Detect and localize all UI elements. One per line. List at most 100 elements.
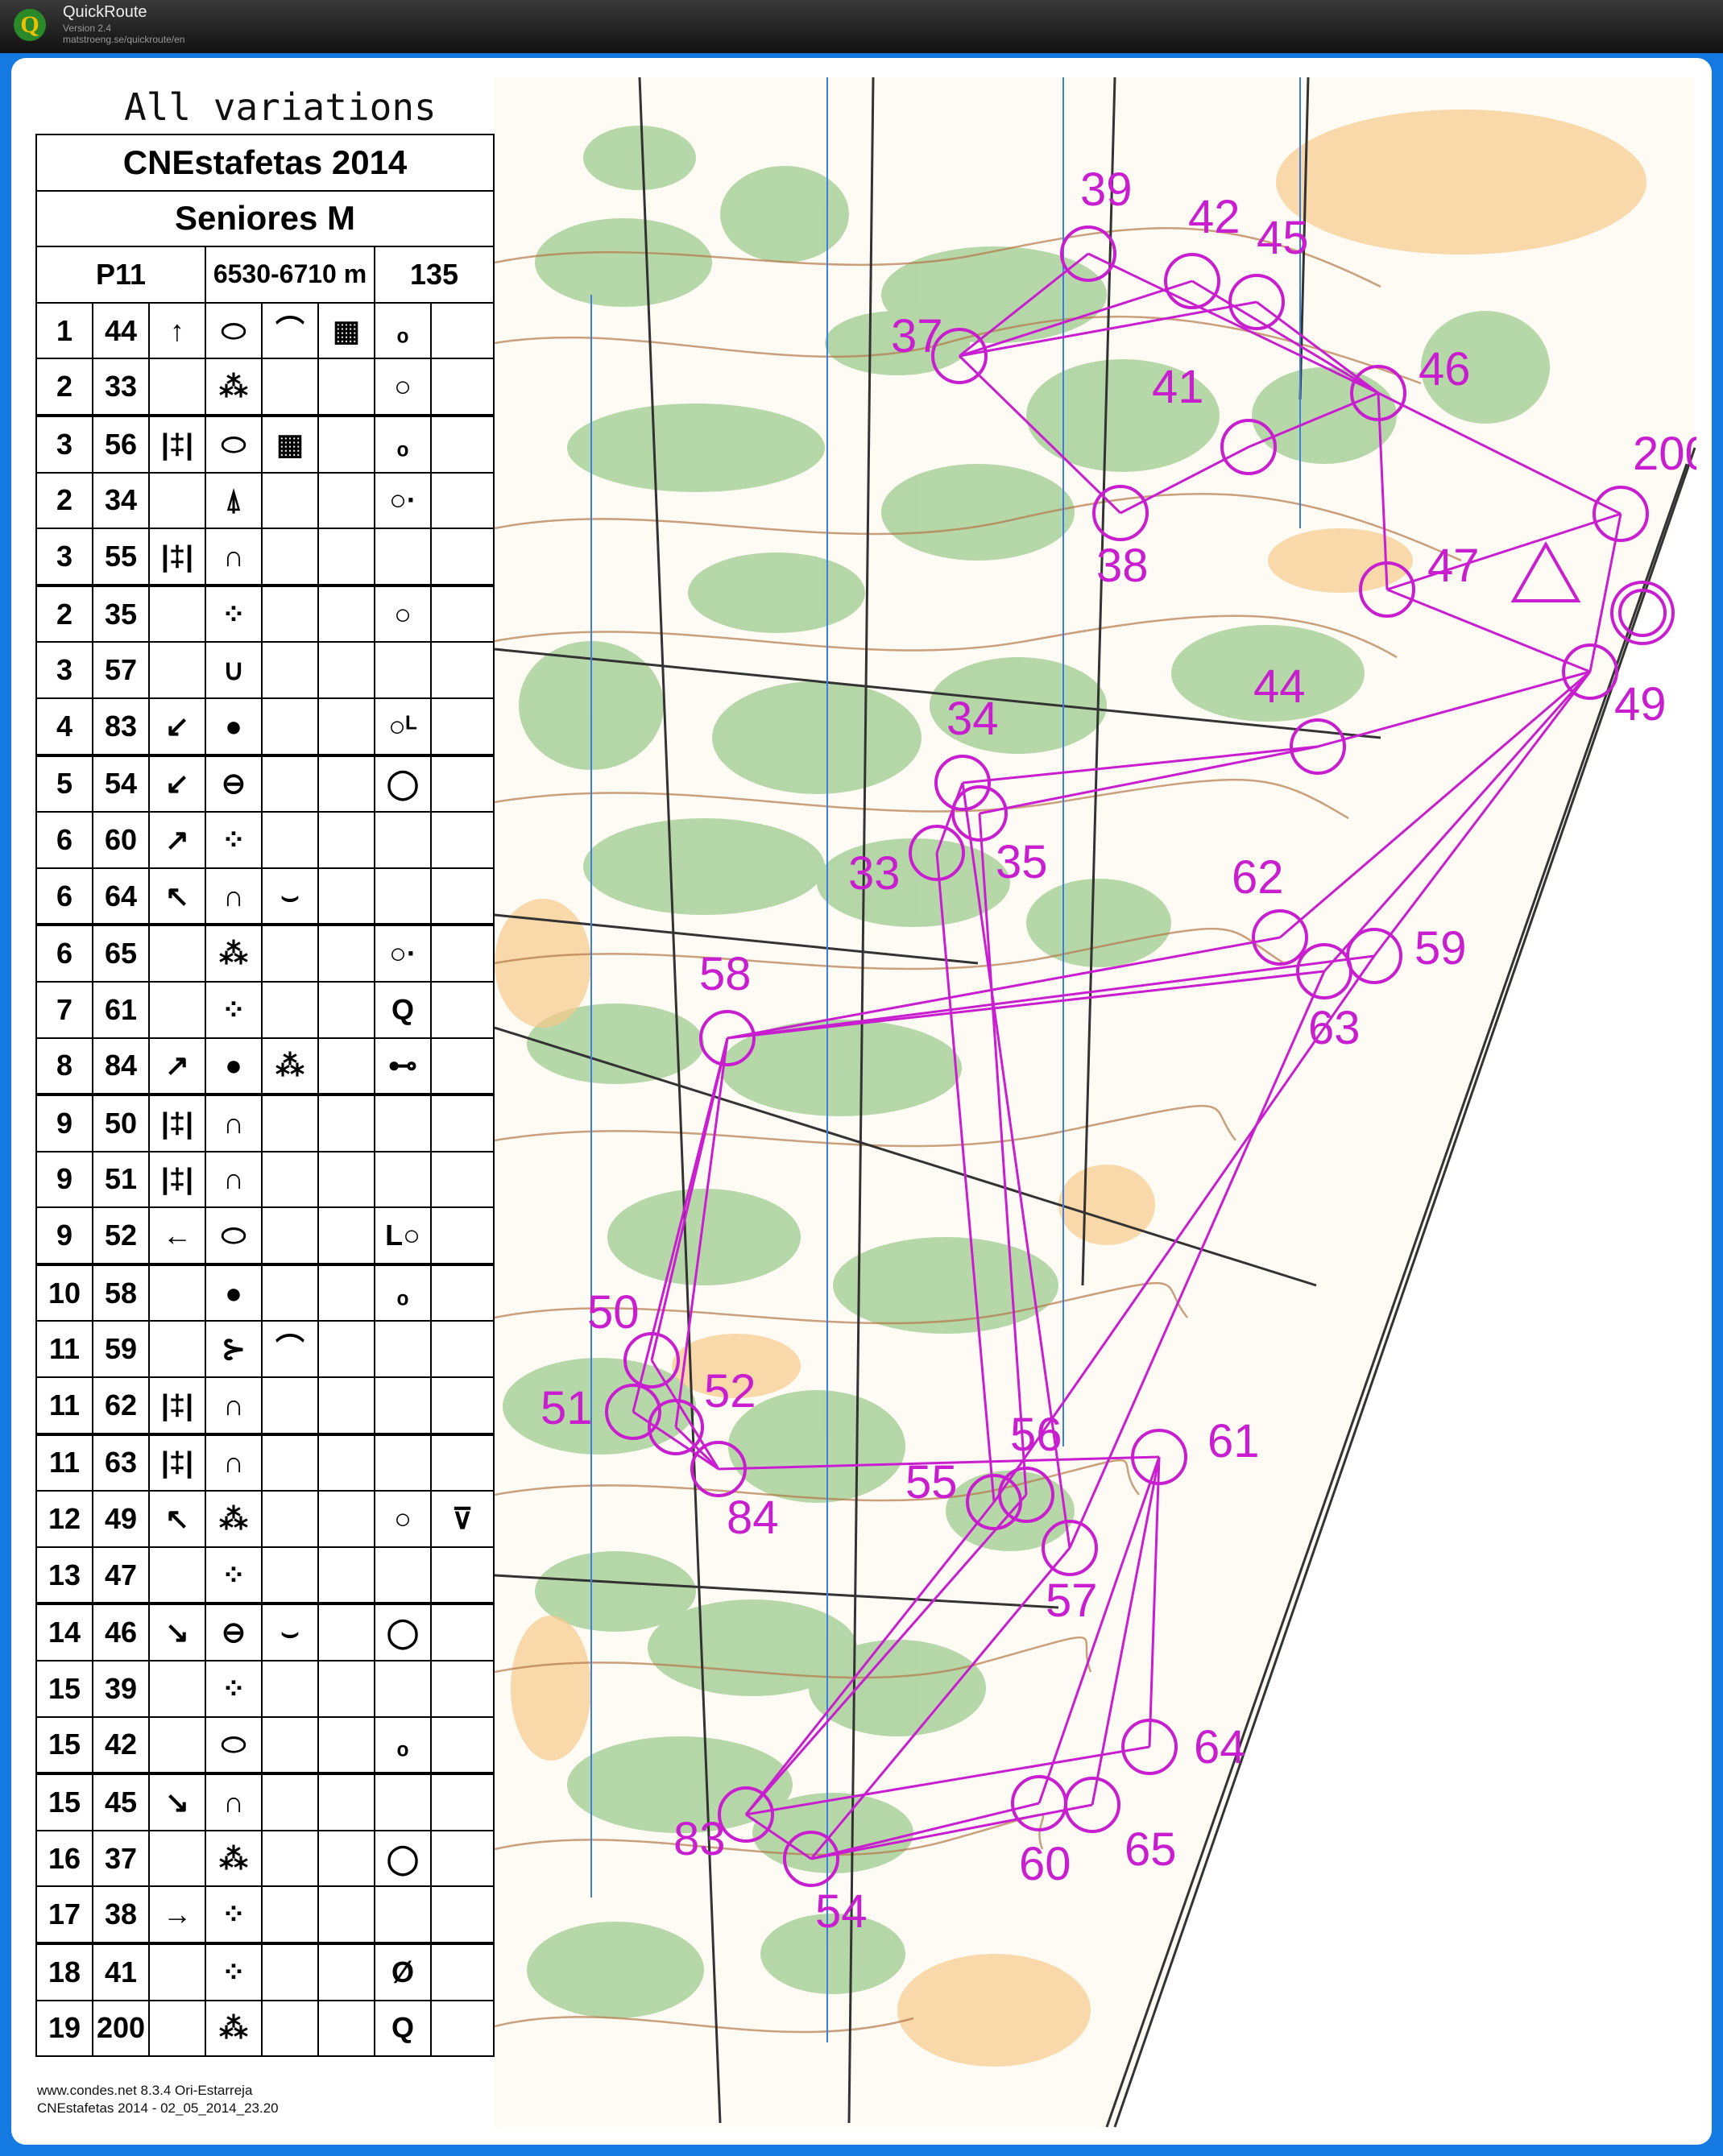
control-number-label: 84 — [727, 1492, 779, 1544]
location-symbol: L○ — [374, 1206, 432, 1265]
control-row: 15 45 ↘ ∩ — [35, 1772, 495, 1831]
control-code: 46 — [92, 1602, 150, 1662]
control-code: 52 — [92, 1206, 150, 1265]
control-number-label: 45 — [1257, 212, 1309, 264]
which-feature: |‡| — [148, 1376, 206, 1435]
control-number-label: 65 — [1125, 1823, 1177, 1876]
feature-symbol: ⁘ — [205, 811, 263, 869]
map-paper[interactable]: All variations CNEstafetas 2014 Seniores… — [27, 77, 1696, 2131]
control-order: 14 — [35, 1602, 93, 1662]
extra-symbol — [429, 1037, 495, 1096]
appearance-symbol: ⁂ — [261, 1037, 319, 1096]
control-order: 8 — [35, 1037, 93, 1096]
feature-symbol: ⁂ — [205, 358, 263, 416]
location-symbol: Q — [374, 980, 432, 1039]
which-feature — [148, 1829, 206, 1888]
location-symbol: ₒ — [374, 1262, 432, 1322]
feature-symbol: ⁘ — [205, 980, 263, 1039]
extra-symbol — [429, 1206, 495, 1265]
control-order: 15 — [35, 1715, 93, 1775]
appearance-symbol: ⌣ — [261, 867, 319, 926]
control-code: 200 — [92, 1999, 150, 2058]
detail-symbol — [317, 923, 375, 983]
control-code: 61 — [92, 980, 150, 1039]
location-symbol: ◯ — [374, 753, 432, 813]
detail-symbol — [317, 1546, 375, 1605]
feature-symbol: ∩ — [205, 867, 263, 926]
which-feature — [148, 923, 206, 983]
appearance-symbol — [261, 923, 319, 983]
appearance-symbol — [261, 1490, 319, 1548]
location-symbol — [374, 1660, 432, 1718]
control-number-label: 42 — [1188, 191, 1240, 243]
control-code: 44 — [92, 301, 150, 360]
control-row: 13 47 ⁘ — [35, 1546, 495, 1605]
extra-symbol — [429, 1150, 495, 1209]
control-row: 12 49 ↖ ⁂ ○ ⊽ — [35, 1490, 495, 1548]
control-row: 7 61 ⁘ Q — [35, 980, 495, 1039]
feature-symbol: ∩ — [205, 1376, 263, 1435]
control-order: 19 — [35, 1999, 93, 2058]
location-symbol — [374, 867, 432, 926]
control-code: 55 — [92, 528, 150, 586]
control-number-label: 63 — [1308, 1002, 1361, 1054]
control-order: 6 — [35, 923, 93, 983]
extra-symbol — [429, 1660, 495, 1718]
which-feature: |‡| — [148, 1150, 206, 1209]
appearance-symbol — [261, 358, 319, 416]
control-code: 84 — [92, 1037, 150, 1096]
course-name: P11 — [35, 246, 206, 304]
location-symbol — [374, 1432, 432, 1492]
control-code: 58 — [92, 1262, 150, 1322]
extra-symbol — [429, 641, 495, 699]
detail-symbol — [317, 1150, 375, 1209]
which-feature: |‡| — [148, 1432, 206, 1492]
extra-symbol: ⊽ — [429, 1490, 495, 1548]
orienteering-map[interactable]: 39 42 45 37 46 41 200 38 47 49 44 34 33 35 62 59 63 58 50 5… — [495, 77, 1696, 2131]
appearance-symbol — [261, 641, 319, 699]
location-symbol — [374, 1093, 432, 1152]
detail-symbol — [317, 1772, 375, 1831]
control-number-label: 49 — [1614, 678, 1667, 730]
control-code: 45 — [92, 1772, 150, 1831]
control-order: 11 — [35, 1432, 93, 1492]
appearance-symbol — [261, 1885, 319, 1944]
control-number-label: 39 — [1080, 163, 1133, 216]
feature-symbol: ⬭ — [205, 1715, 263, 1775]
appearance-symbol — [261, 1715, 319, 1775]
detail-symbol — [317, 1376, 375, 1435]
control-order: 16 — [35, 1829, 93, 1888]
control-code: 51 — [92, 1150, 150, 1209]
app-url: matstroeng.se/quickroute/en — [63, 34, 185, 45]
feature-symbol: ● — [205, 1262, 263, 1322]
extra-symbol — [429, 1432, 495, 1492]
detail-symbol — [317, 1999, 375, 2058]
control-code: 34 — [92, 471, 150, 530]
extra-symbol — [429, 1715, 495, 1775]
extra-symbol — [429, 1885, 495, 1944]
feature-symbol: ⁘ — [205, 1885, 263, 1944]
feature-symbol: ∪ — [205, 641, 263, 699]
detail-symbol — [317, 980, 375, 1039]
control-order: 6 — [35, 811, 93, 869]
control-order: 3 — [35, 641, 93, 699]
appearance-symbol — [261, 1942, 319, 2001]
appearance-symbol — [261, 1206, 319, 1265]
extra-symbol — [429, 528, 495, 586]
control-order: 3 — [35, 413, 93, 474]
appearance-symbol — [261, 528, 319, 586]
control-order: 11 — [35, 1376, 93, 1435]
control-order: 1 — [35, 301, 93, 360]
control-number-label: 44 — [1253, 660, 1306, 713]
control-code: 47 — [92, 1546, 150, 1605]
extra-symbol — [429, 358, 495, 416]
control-code: 41 — [92, 1942, 150, 2001]
control-number-label: 57 — [1046, 1575, 1098, 1627]
feature-symbol: ⁘ — [205, 1546, 263, 1605]
which-feature — [148, 1999, 206, 2058]
category-name: Seniores M — [35, 189, 495, 248]
app-version: Version 2.4 — [63, 23, 112, 34]
which-feature: ↖ — [148, 1490, 206, 1548]
feature-symbol: ⁂ — [205, 1829, 263, 1888]
extra-symbol — [429, 1602, 495, 1662]
